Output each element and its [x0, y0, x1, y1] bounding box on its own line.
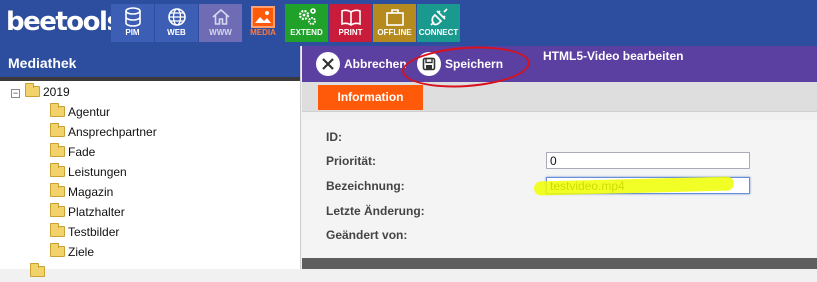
folder-icon: [50, 243, 65, 257]
folder-icon: [30, 263, 45, 277]
cancel-button-label: Abbrechen: [344, 57, 407, 71]
module-print[interactable]: PRINT: [329, 4, 372, 42]
module-connect[interactable]: CONNECT: [417, 4, 460, 42]
tree-root-2019[interactable]: − 2019: [11, 82, 70, 102]
folder-icon: [50, 103, 65, 117]
cancel-button[interactable]: Abbrechen: [316, 52, 407, 76]
sidebar-title: Mediathek: [0, 46, 300, 81]
bottom-bar: [302, 258, 817, 269]
module-label: MEDIA: [250, 28, 276, 37]
image-icon: [251, 6, 275, 28]
collapse-toggle-icon[interactable]: −: [11, 89, 20, 98]
folder-label: Ziele: [68, 245, 95, 259]
tree-item-testbilder[interactable]: Testbilder: [50, 222, 119, 242]
folder-icon: [50, 183, 65, 197]
logo: beetools: [6, 7, 122, 37]
folder-label: Ansprechpartner: [68, 125, 157, 139]
module-label: EXTEND: [290, 28, 323, 37]
folder-icon: [50, 163, 65, 177]
form-row-id: ID:: [302, 126, 817, 148]
folder-label: Fade: [68, 145, 96, 159]
field-label: Priorität:: [326, 154, 377, 168]
folder-label: Platzhalter: [68, 205, 125, 219]
folder-icon: [50, 123, 65, 137]
top-navigation-bar: beetools PIM WEB WWW MEDIA EXTEND PRINT …: [0, 0, 817, 46]
form-row-priority: Priorität:: [302, 150, 817, 172]
module-media[interactable]: MEDIA: [243, 4, 283, 42]
action-toolbar: Abbrechen Speichern HTML5-Video bearbeit…: [302, 46, 817, 82]
tree-item-platzhalter[interactable]: Platzhalter: [50, 202, 125, 222]
edit-panel: Abbrechen Speichern HTML5-Video bearbeit…: [302, 46, 817, 269]
module-label: PIM: [125, 28, 140, 37]
tree-item-agentur[interactable]: Agentur: [50, 102, 110, 122]
form-title: HTML5-Video bearbeiten: [543, 49, 684, 63]
module-label: OFFLINE: [377, 28, 412, 37]
module-label: PRINT: [338, 28, 363, 37]
module-label: CONNECT: [418, 28, 459, 37]
folder-icon: [50, 223, 65, 237]
book-icon: [340, 9, 361, 26]
form-row-last-change: Letzte Änderung:: [302, 200, 817, 222]
tab-information[interactable]: Information: [318, 85, 423, 110]
folder-icon: [50, 203, 65, 217]
folder-label: Magazin: [68, 185, 114, 199]
information-form: ID: Priorität: Bezeichnung: Letzte Änder…: [302, 120, 817, 258]
tree-item-magazin[interactable]: Magazin: [50, 182, 113, 202]
field-label: Geändert von:: [326, 228, 408, 242]
priority-input[interactable]: [546, 152, 750, 169]
module-www[interactable]: WWW: [199, 4, 242, 42]
globe-icon: [167, 8, 186, 26]
folder-label: Testbilder: [68, 225, 120, 239]
briefcase-icon: [385, 9, 404, 26]
module-offline[interactable]: OFFLINE: [373, 4, 416, 42]
home-icon: [211, 8, 230, 25]
module-web[interactable]: WEB: [155, 4, 198, 42]
tree-item-fade[interactable]: Fade: [50, 142, 95, 162]
module-extend[interactable]: EXTEND: [285, 4, 328, 42]
tree-item-partial[interactable]: [30, 262, 48, 282]
folder-icon: [50, 143, 65, 157]
folder-label: 2019: [43, 85, 70, 99]
field-label: ID:: [326, 130, 342, 144]
tree-item-leistungen[interactable]: Leistungen: [50, 162, 127, 182]
module-label: WEB: [167, 28, 186, 37]
folder-icon: [25, 83, 40, 97]
folder-label: Agentur: [68, 105, 111, 119]
plug-icon: [429, 8, 448, 26]
module-pim[interactable]: PIM: [111, 4, 154, 42]
tree-item-ansprechpartner[interactable]: Ansprechpartner: [50, 122, 157, 142]
module-label: WWW: [209, 28, 232, 37]
field-label: Bezeichnung:: [326, 179, 405, 193]
tree-item-ziele[interactable]: Ziele: [50, 242, 94, 262]
database-icon: [124, 7, 141, 27]
folder-label: Leistungen: [68, 165, 127, 179]
form-row-changed-by: Geändert von:: [302, 224, 817, 246]
close-icon: [316, 52, 340, 76]
gears-icon: [298, 8, 316, 25]
form-row-name: Bezeichnung:: [302, 175, 817, 197]
tab-strip: Information: [302, 82, 817, 112]
field-label: Letzte Änderung:: [326, 204, 425, 218]
media-library-sidebar: Mediathek −2019 Agentur Ansprechpartner …: [0, 46, 301, 277]
